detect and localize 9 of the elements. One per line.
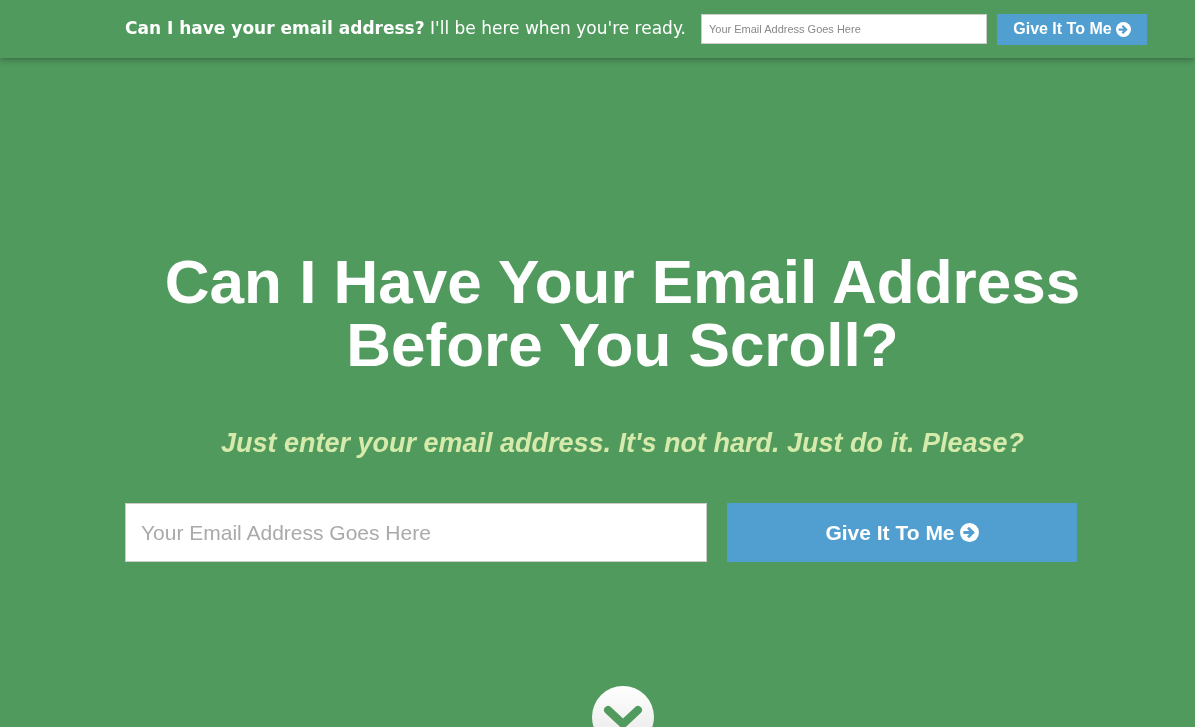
arrow-circle-icon bbox=[1115, 21, 1131, 37]
email-input-field[interactable]: Your Email Address Goes Here bbox=[125, 503, 707, 562]
submit-button[interactable]: Give It To Me bbox=[996, 13, 1147, 45]
arrow-circle-icon bbox=[959, 523, 979, 542]
hero-title: Can I Have Your Email Address Before You Scroll? bbox=[163, 250, 1082, 376]
submit-button[interactable]: Give It To Me bbox=[727, 503, 1077, 562]
email-input-field[interactable]: Your Email Address Goes Here bbox=[700, 14, 987, 44]
top-bar-prompt: Can I have your email address? I'll be here when you're ready. bbox=[125, 17, 686, 41]
hero-subtitle: Just enter your email address. It's not hard. Just do it. Please? bbox=[220, 427, 1025, 460]
